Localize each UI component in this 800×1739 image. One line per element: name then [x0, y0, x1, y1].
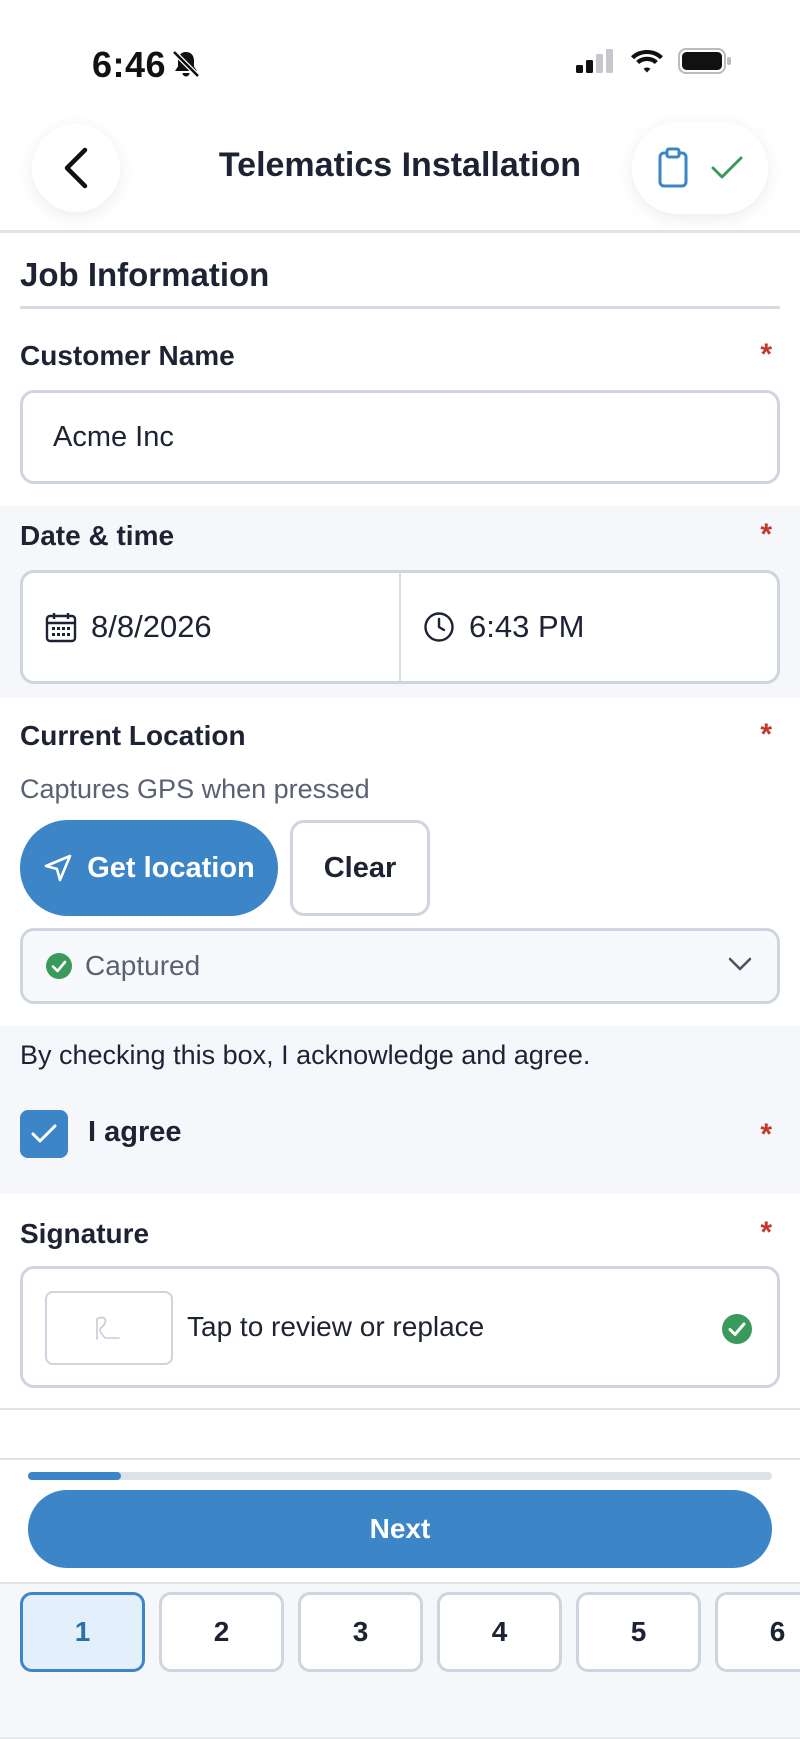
section-title: Job Information [20, 256, 270, 293]
required-indicator: * [760, 518, 772, 551]
progress-fill [28, 1472, 121, 1480]
step-button[interactable]: 6 [715, 1592, 800, 1672]
step-navigation: 123456 [0, 1582, 800, 1739]
header-actions [632, 122, 768, 214]
header-divider [0, 230, 800, 233]
required-indicator: * [760, 1118, 772, 1151]
date-value: 8/8/2026 [91, 609, 212, 644]
progress-bar [28, 1472, 772, 1480]
time-value: 6:43 PM [469, 609, 585, 644]
step-button[interactable]: 4 [437, 1592, 562, 1672]
get-location-label: Get location [87, 851, 255, 884]
step-row: 123456 [20, 1592, 800, 1672]
section-divider [20, 306, 780, 309]
signature-hint: Tap to review or replace [187, 1311, 485, 1342]
date-picker[interactable]: 8/8/2026 [23, 573, 401, 681]
clipboard-icon[interactable] [657, 147, 689, 189]
datetime-label: Date & time [20, 520, 175, 551]
location-helper-text: Captures GPS when pressed [20, 774, 370, 804]
customer-name-input[interactable] [20, 390, 780, 484]
chevron-down-icon [728, 957, 752, 971]
signature-thumbnail [45, 1291, 173, 1365]
check-icon[interactable] [710, 155, 744, 181]
agree-checkbox-label: I agree [88, 1116, 182, 1148]
step-button[interactable]: 3 [298, 1592, 423, 1672]
clear-location-button[interactable]: Clear [290, 820, 430, 916]
step-button[interactable]: 2 [159, 1592, 284, 1672]
status-bar: 6:46 [0, 0, 800, 110]
app-header: Telematics Installation [0, 110, 800, 230]
required-indicator: * [760, 718, 772, 751]
signature-field[interactable]: Tap to review or replace [20, 1266, 780, 1388]
footer-divider [0, 1458, 800, 1460]
signal-icon [576, 49, 613, 73]
status-time: 6:46 [92, 44, 167, 85]
bell-off-icon [172, 50, 200, 78]
step-button[interactable]: 5 [576, 1592, 701, 1672]
agree-checkbox[interactable] [20, 1110, 68, 1158]
location-status-dropdown[interactable]: Captured [20, 928, 780, 1004]
wifi-icon [631, 50, 663, 73]
get-location-button[interactable]: Get location [20, 820, 278, 916]
next-button[interactable]: Next [28, 1490, 772, 1568]
agreement-text: By checking this box, I acknowledge and … [20, 1040, 591, 1070]
required-indicator: * [760, 338, 772, 371]
clock-icon [424, 612, 454, 642]
time-picker[interactable]: 6:43 PM [401, 573, 777, 681]
signature-label: Signature [20, 1218, 150, 1249]
signature-scribble [96, 1316, 120, 1340]
step-nav-divider [0, 1582, 800, 1584]
checkmark-icon [31, 1124, 57, 1143]
datetime-picker: 8/8/2026 6:43 PM [20, 570, 780, 684]
location-label: Current Location [20, 720, 246, 751]
check-circle-icon [722, 1314, 752, 1344]
required-indicator: * [760, 1216, 772, 1249]
content-divider [0, 1408, 800, 1410]
location-status-text: Captured [85, 950, 201, 981]
battery-icon [678, 48, 731, 74]
navigation-arrow-icon [44, 854, 72, 882]
calendar-icon [45, 613, 77, 643]
step-button[interactable]: 1 [20, 1592, 145, 1672]
customer-name-label: Customer Name [20, 340, 235, 371]
check-circle-icon [46, 953, 72, 979]
